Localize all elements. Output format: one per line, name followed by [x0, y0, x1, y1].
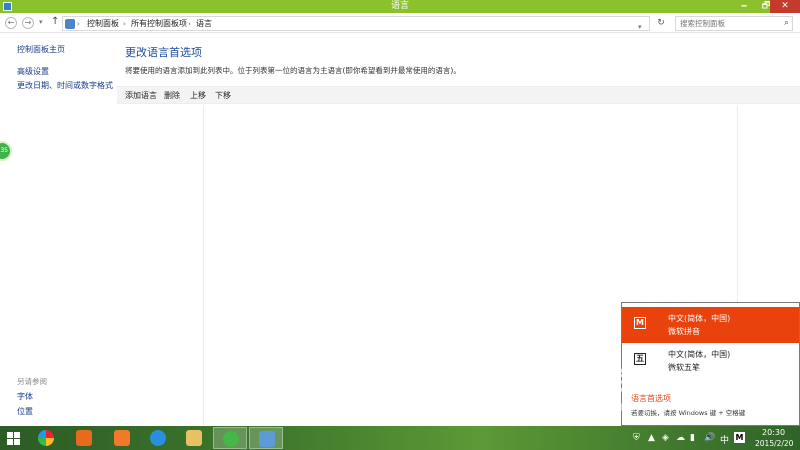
taskbar-app-control-panel[interactable] [249, 427, 283, 449]
signal-tray-icon[interactable]: ▮ [690, 433, 695, 443]
green-circle-app-icon [223, 431, 239, 447]
control-panel-taskbar-icon [259, 431, 275, 447]
clock-time[interactable]: 20:30 [762, 428, 785, 437]
up-arrow-icon[interactable]: ↑ [51, 16, 59, 27]
pinyin-m-icon: M [634, 317, 646, 329]
language-toolbar: 添加语言 删除 上移 下移 [117, 86, 800, 104]
recent-locations-chevron-icon[interactable]: ▾ [39, 18, 43, 26]
breadcrumb-separator-icon[interactable]: › [188, 17, 191, 31]
ime-switch-hint: 若要切换，请按 Windows 键 + 空格键 [631, 409, 746, 417]
page-description: 将要使用的语言添加到此列表中。位于列表第一位的语言为主语言(即你希望看到并最常使… [125, 66, 461, 75]
change-date-time-format-link[interactable]: 更改日期、时间或数字格式 [17, 80, 113, 91]
page-title: 更改语言首选项 [125, 46, 202, 59]
control-panel-small-icon [65, 19, 75, 29]
ime-item-microsoft-wubi[interactable]: 五 中文(简体，中国) 微软五笔 [622, 343, 799, 379]
security-shield-icon[interactable]: ⛨ [633, 433, 640, 443]
search-icon[interactable]: ⌕ [784, 18, 789, 28]
language-preferences-link[interactable]: 语言首选项 [631, 393, 671, 404]
ime-name: 微软五笔 [668, 363, 700, 372]
ime-item-microsoft-pinyin[interactable]: M 中文(简体，中国) 微软拼音 [622, 307, 799, 343]
taskbar-app-internet-explorer[interactable] [141, 427, 175, 449]
breadcrumb-control-panel[interactable]: 控制面板 [87, 17, 119, 31]
breadcrumb-separator-icon[interactable]: › [123, 17, 126, 31]
taskbar-app-pinwheel[interactable] [29, 427, 63, 449]
file-explorer-folder-icon [186, 430, 202, 446]
taskbar-app-green-circle[interactable] [213, 427, 247, 449]
windows-start-icon[interactable] [7, 432, 20, 445]
address-row: ← → ▾ ↑ › 控制面板 › 所有控制面板项 › 语言 ▾ ↻ ⌕ [0, 13, 800, 33]
move-down-button[interactable]: 下移 [215, 90, 231, 101]
remove-button[interactable]: 删除 [164, 90, 180, 101]
left-navigation-pane: 35 控制面板主页 高级设置 更改日期、时间或数字格式 另请参阅 字体 位置 [0, 33, 117, 426]
search-box[interactable]: ⌕ [675, 16, 793, 31]
breadcrumb-language[interactable]: 语言 [196, 17, 212, 31]
add-language-button[interactable]: 添加语言 [125, 90, 157, 101]
ime-language: 中文(简体，中国) [668, 314, 731, 323]
pinwheel-app-icon [38, 430, 54, 446]
wubi-icon: 五 [634, 353, 646, 365]
minimize-button[interactable]: 🗕 [734, 0, 754, 13]
taskbar-app-sogou[interactable] [105, 427, 139, 449]
network-tray-icon[interactable]: ◈ [662, 433, 669, 443]
address-dropdown-chevron-icon[interactable]: ▾ [638, 23, 642, 31]
internet-explorer-icon [150, 430, 166, 446]
ime-language: 中文(简体，中国) [668, 350, 731, 359]
control-panel-home-link[interactable]: 控制面板主页 [17, 44, 65, 55]
fonts-link[interactable]: 字体 [17, 391, 33, 402]
move-up-button[interactable]: 上移 [190, 90, 206, 101]
see-also-heading: 另请参阅 [17, 377, 47, 386]
taskbar-app-file-explorer[interactable] [177, 427, 211, 449]
volume-icon[interactable]: 🔊 [704, 433, 715, 443]
ime-mode-indicator[interactable]: M [734, 432, 745, 443]
location-link[interactable]: 位置 [17, 406, 33, 417]
advanced-settings-link[interactable]: 高级设置 [17, 66, 49, 77]
ime-name: 微软拼音 [668, 327, 700, 336]
antivirus-tray-icon[interactable]: ▲ [648, 433, 655, 443]
address-bar[interactable]: › 控制面板 › 所有控制面板项 › 语言 ▾ [62, 16, 650, 31]
back-arrow-icon[interactable]: ← [5, 17, 17, 29]
taskbar-app-video-player[interactable] [67, 427, 101, 449]
window-title: 语言 [390, 1, 409, 11]
refresh-icon[interactable]: ↻ [654, 17, 668, 30]
forward-arrow-icon[interactable]: → [22, 17, 34, 29]
breadcrumb-separator-icon[interactable]: › [77, 17, 80, 31]
title-bar: 语言 🗕 🗗 ✕ [0, 0, 800, 13]
video-player-icon [76, 430, 92, 446]
clock-date[interactable]: 2015/2/20 [755, 439, 793, 448]
input-language-indicator[interactable]: 中 [720, 433, 729, 446]
input-method-popup: M 中文(简体，中国) 微软拼音 五 中文(简体，中国) 微软五笔 语言首选项 … [621, 302, 800, 426]
sogou-app-icon [114, 430, 130, 446]
cloud-tray-icon[interactable]: ☁ [676, 433, 685, 443]
search-input[interactable] [676, 17, 776, 30]
close-button[interactable]: ✕ [770, 0, 800, 13]
breadcrumb-all-items[interactable]: 所有控制面板项 [131, 17, 187, 31]
taskbar: ⛨ ▲ ◈ ☁ ▮ 🔊 中 M 20:30 2015/2/20 [0, 426, 800, 450]
floating-badge[interactable]: 35 [0, 141, 12, 161]
